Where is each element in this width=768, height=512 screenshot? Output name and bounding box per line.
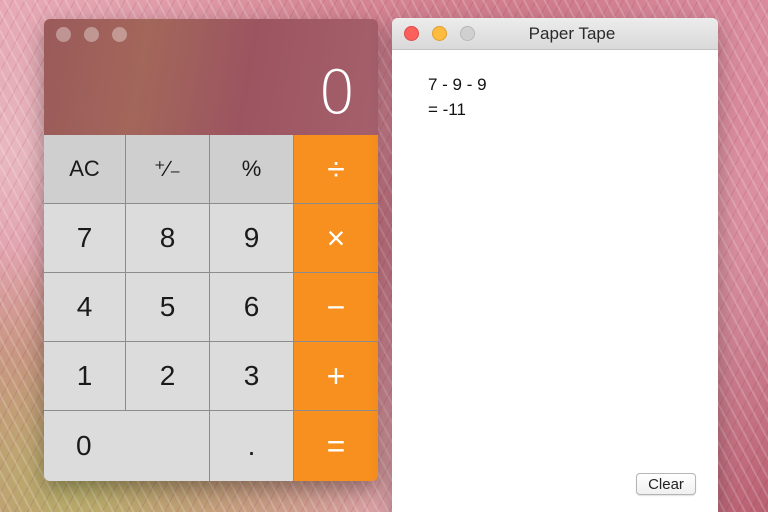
digit-1-button[interactable]: 1: [44, 342, 126, 411]
minimize-window-button[interactable]: [432, 26, 447, 41]
close-window-button[interactable]: [56, 27, 71, 42]
zoom-window-button[interactable]: [460, 26, 475, 41]
calculator-window: 0 AC ⁺∕₋ % ÷ 7 8 9 × 4 5 6 − 1 2 3 + 0 .…: [44, 19, 378, 481]
tape-line: 7 - 9 - 9: [428, 75, 487, 94]
zoom-window-button[interactable]: [112, 27, 127, 42]
digit-8-button[interactable]: 8: [126, 204, 210, 273]
plus-minus-button[interactable]: ⁺∕₋: [126, 135, 210, 204]
multiply-button[interactable]: ×: [294, 204, 378, 273]
digit-6-button[interactable]: 6: [210, 273, 294, 342]
paper-tape-content: 7 - 9 - 9 = -11: [428, 72, 487, 122]
digit-2-button[interactable]: 2: [126, 342, 210, 411]
digit-9-button[interactable]: 9: [210, 204, 294, 273]
calculator-keypad: AC ⁺∕₋ % ÷ 7 8 9 × 4 5 6 − 1 2 3 + 0 . =: [44, 135, 378, 481]
paper-tape-window: Paper Tape 7 - 9 - 9 = -11 Clear: [392, 18, 718, 512]
subtract-button[interactable]: −: [294, 273, 378, 342]
add-button[interactable]: +: [294, 342, 378, 411]
minimize-window-button[interactable]: [84, 27, 99, 42]
digit-7-button[interactable]: 7: [44, 204, 126, 273]
close-window-button[interactable]: [404, 26, 419, 41]
paper-tape-title: Paper Tape: [528, 24, 616, 43]
digit-4-button[interactable]: 4: [44, 273, 126, 342]
percent-button[interactable]: %: [210, 135, 294, 204]
digit-5-button[interactable]: 5: [126, 273, 210, 342]
digit-3-button[interactable]: 3: [210, 342, 294, 411]
digit-0-button[interactable]: 0: [44, 411, 210, 481]
tape-line: = -11: [428, 100, 466, 119]
decimal-point-button[interactable]: .: [210, 411, 294, 481]
paper-tape-titlebar: Paper Tape: [392, 18, 718, 50]
clear-button[interactable]: Clear: [636, 473, 696, 495]
divide-button[interactable]: ÷: [294, 135, 378, 204]
all-clear-button[interactable]: AC: [44, 135, 126, 204]
calculator-titlebar-display: 0: [44, 19, 378, 135]
calculator-display: 0: [317, 58, 356, 128]
equals-button[interactable]: =: [294, 411, 378, 481]
